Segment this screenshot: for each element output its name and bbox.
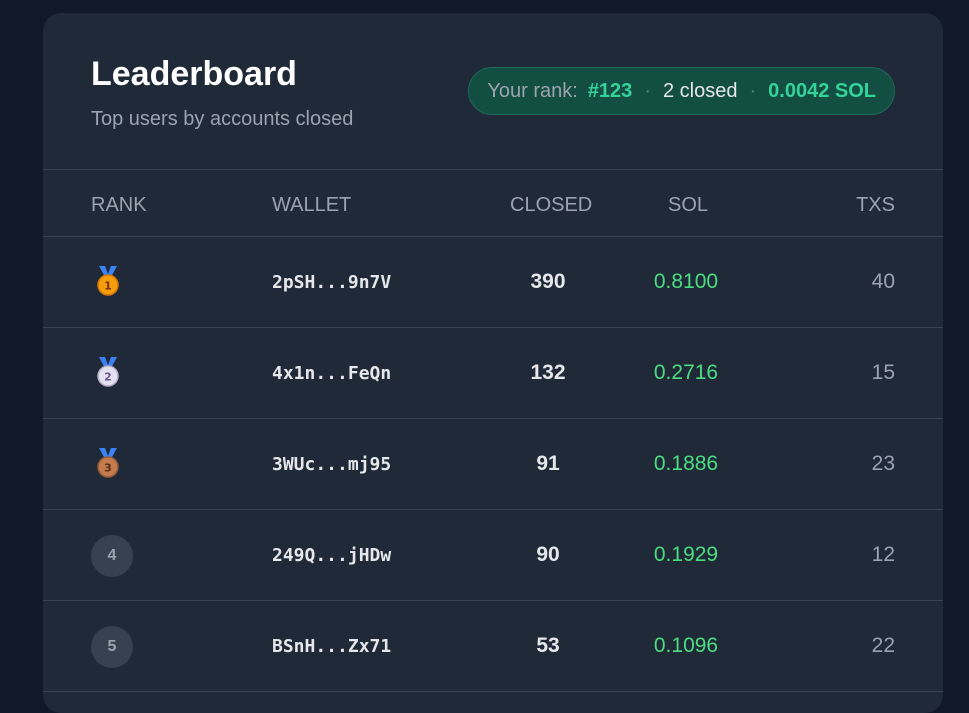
txs-count: 15 [871, 361, 895, 384]
medal-rank-number: 3 [104, 462, 112, 475]
rank-cell: 4 [91, 535, 133, 577]
gold-medal-icon: 1 [97, 266, 119, 296]
rank-cell: 2 [91, 357, 133, 391]
closed-count: 132 [530, 361, 566, 384]
medal-rank-number: 2 [104, 371, 112, 384]
page-subtitle: Top users by accounts closed [91, 108, 354, 130]
closed-count: 390 [530, 270, 566, 293]
column-header-closed: CLOSED [510, 194, 593, 216]
sol-amount: 0.2716 [653, 361, 719, 384]
sol-amount: 0.1929 [653, 543, 719, 566]
rank-number-badge: 4 [91, 535, 133, 577]
closed-count: 90 [536, 543, 560, 566]
leaderboard-card: Leaderboard Top users by accounts closed… [43, 13, 943, 713]
rank-cell: 1 [91, 266, 133, 300]
wallet-address: 4x1n...FeQn [272, 363, 392, 384]
rank-number-badge: 5 [91, 626, 133, 668]
column-header-txs: TXS [856, 194, 895, 216]
closed-count: 53 [536, 634, 560, 657]
rank-cell: 5 [91, 626, 133, 668]
silver-medal-icon: 2 [97, 357, 119, 387]
sol-amount: 0.8100 [653, 270, 719, 293]
txs-count: 23 [871, 452, 895, 475]
table-row: 2 4x1n...FeQn 132 0.2716 15 [43, 328, 943, 419]
wallet-address: BSnH...Zx71 [272, 636, 392, 657]
table-row: 5 BSnH...Zx71 53 0.1096 22 [43, 601, 943, 692]
txs-count: 40 [871, 270, 895, 293]
separator-dot: · [749, 79, 757, 102]
table-row: 3 3WUc...mj95 91 0.1886 23 [43, 419, 943, 510]
page-title: Leaderboard [91, 55, 297, 93]
sol-amount: 0.1886 [653, 452, 719, 475]
medal-rank-number: 1 [104, 280, 112, 293]
wallet-address: 249Q...jHDw [272, 545, 392, 566]
bronze-medal-icon: 3 [97, 448, 119, 478]
your-rank-value: #123 [587, 79, 633, 102]
wallet-address: 2pSH...9n7V [272, 272, 392, 293]
your-rank-label: Your rank: [487, 79, 578, 102]
your-closed-count: 2 closed [662, 79, 738, 102]
sol-amount: 0.1096 [653, 634, 719, 657]
wallet-address: 3WUc...mj95 [272, 454, 392, 475]
closed-count: 91 [536, 452, 560, 475]
column-header-wallet: WALLET [272, 194, 352, 216]
column-header-rank: RANK [91, 194, 147, 216]
rank-cell: 3 [91, 448, 133, 482]
table-row: 4 249Q...jHDw 90 0.1929 12 [43, 510, 943, 601]
table-row: 1 2pSH...9n7V 390 0.8100 40 [43, 237, 943, 328]
leaderboard-header: Leaderboard Top users by accounts closed… [43, 13, 943, 170]
separator-dot: · [644, 79, 651, 102]
column-header-sol: SOL [668, 194, 709, 216]
your-rank-badge: Your rank: #123 · 2 closed · 0.0042 SOL [468, 67, 895, 115]
txs-count: 22 [871, 634, 895, 657]
txs-count: 12 [871, 543, 895, 566]
your-sol-amount: 0.0042 SOL [768, 79, 876, 102]
table-header: RANK WALLET CLOSED SOL TXS [43, 170, 943, 237]
